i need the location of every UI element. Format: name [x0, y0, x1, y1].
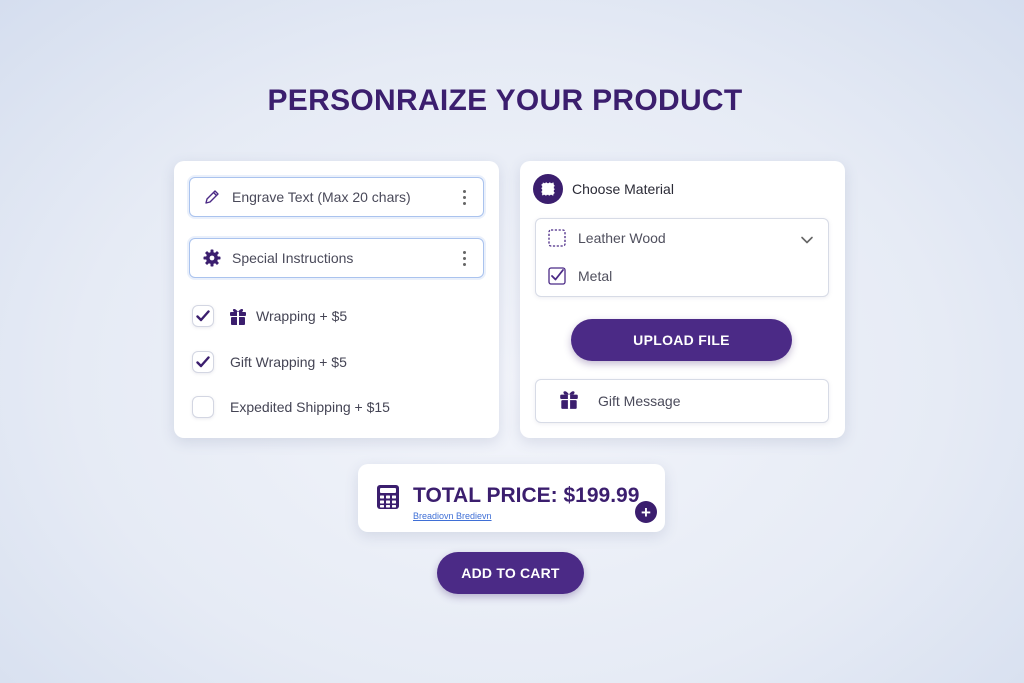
wrapping-label: Wrapping + $5 — [256, 308, 348, 324]
material-swatch-icon — [533, 174, 563, 204]
gift-icon — [228, 305, 250, 327]
material-title: Choose Material — [572, 181, 674, 197]
breakdown-link[interactable]: Breadiovn Bredievn — [413, 511, 492, 521]
checkmark-icon — [196, 310, 210, 322]
engrave-text-label: Engrave Text (Max 20 chars) — [232, 189, 411, 205]
option-expedited-shipping[interactable]: Expedited Shipping + $15 — [192, 395, 390, 419]
page-title: PERSONRAIZE YOUR PRODUCT — [267, 84, 743, 117]
gift-message-field[interactable]: Gift Message — [535, 379, 829, 423]
gift-wrapping-label: Gift Wrapping + $5 — [230, 354, 347, 370]
total-price-card: TOTAL PRICE: $199.99 Breadiovn Bredievn … — [358, 464, 665, 532]
material-card: Choose Material Leather Wood Metal UPLOA… — [520, 161, 845, 438]
engrave-text-field[interactable]: Engrave Text (Max 20 chars) — [189, 177, 484, 217]
checked-box-icon — [548, 267, 566, 285]
personalization-options-card: Engrave Text (Max 20 chars) Special Inst… — [174, 161, 499, 438]
calculator-icon — [377, 485, 399, 509]
gift-message-label: Gift Message — [598, 393, 681, 409]
checkmark-icon — [196, 356, 210, 368]
option-wrapping[interactable]: Wrapping + $5 — [192, 304, 347, 328]
chevron-down-icon[interactable] — [800, 233, 814, 247]
special-instructions-field[interactable]: Special Instructions — [189, 238, 484, 278]
unchecked-box-icon — [548, 229, 566, 247]
gift-icon — [558, 388, 580, 415]
add-to-cart-button[interactable]: ADD TO CART — [437, 552, 584, 594]
wrapping-checkbox[interactable] — [192, 305, 214, 327]
gear-icon — [202, 248, 222, 268]
leather-wood-label: Leather Wood — [578, 230, 666, 246]
more-options-icon[interactable] — [457, 188, 471, 206]
more-options-icon[interactable] — [457, 249, 471, 267]
option-gift-wrapping[interactable]: Gift Wrapping + $5 — [192, 350, 347, 374]
special-instructions-label: Special Instructions — [232, 250, 354, 266]
upload-file-button[interactable]: UPLOAD FILE — [571, 319, 792, 361]
pencil-icon — [202, 187, 222, 207]
material-dropdown[interactable]: Leather Wood Metal — [535, 218, 829, 297]
total-price: TOTAL PRICE: $199.99 — [413, 484, 640, 507]
expand-plus-icon[interactable]: + — [635, 501, 657, 523]
expedited-shipping-label: Expedited Shipping + $15 — [230, 399, 390, 415]
material-option-leather-wood[interactable]: Leather Wood — [548, 229, 666, 247]
metal-label: Metal — [578, 268, 613, 284]
expedited-shipping-checkbox[interactable] — [192, 396, 214, 418]
gift-wrapping-checkbox[interactable] — [192, 351, 214, 373]
material-header: Choose Material — [533, 174, 674, 204]
material-option-metal[interactable]: Metal — [548, 267, 612, 285]
